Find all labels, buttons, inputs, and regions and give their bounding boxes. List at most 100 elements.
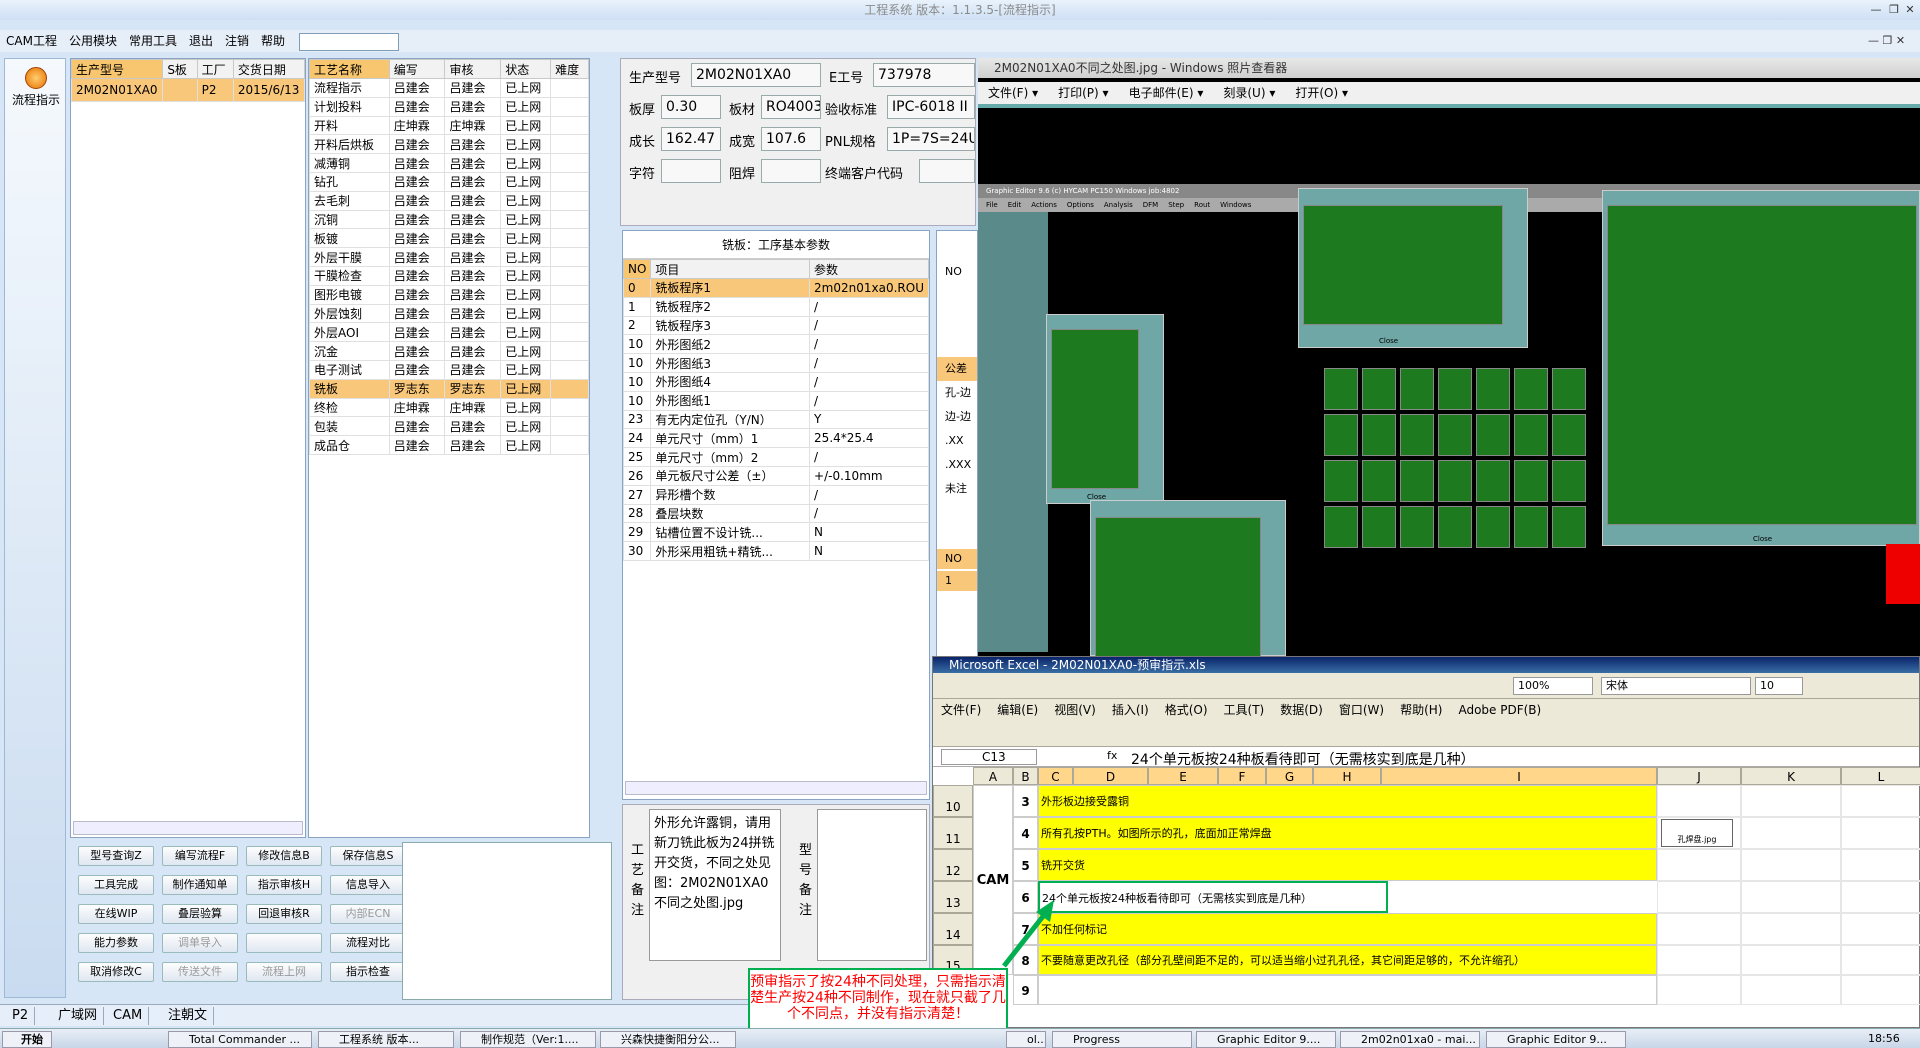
- column-header[interactable]: 参数: [809, 259, 929, 279]
- taskbar-item[interactable]: 兴森快捷衡阳分公...: [600, 1031, 736, 1048]
- empty-cell[interactable]: [1741, 945, 1841, 975]
- row-header[interactable]: 11: [933, 817, 973, 849]
- table-row[interactable]: 30 外形采用粗铣+精铣... N: [622, 541, 929, 561]
- excel-menu-item[interactable]: 数据(D): [1272, 699, 1331, 721]
- column-header[interactable]: E: [1148, 767, 1218, 785]
- empty-cell[interactable]: [1741, 975, 1841, 1005]
- start-button[interactable]: 开始: [2, 1031, 52, 1048]
- column-header[interactable]: S板: [162, 59, 198, 79]
- table-row[interactable]: 铣板 罗志东 罗志东 已上网: [309, 378, 589, 399]
- status-tab-1[interactable]: 广域网: [52, 1007, 105, 1025]
- table-row[interactable]: 钻孔 吕建会 吕建会 已上网: [309, 171, 589, 192]
- orders-scrollbar[interactable]: [73, 821, 303, 835]
- column-header[interactable]: G: [1266, 767, 1313, 785]
- font-box[interactable]: 宋体: [1601, 677, 1751, 695]
- table-row[interactable]: 沉铜 吕建会 吕建会 已上网: [309, 209, 589, 230]
- instruction-cell[interactable]: [1038, 975, 1657, 1005]
- table-row[interactable]: 图形电镀 吕建会 吕建会 已上网: [309, 284, 589, 305]
- menu-item-3[interactable]: 退出: [183, 30, 219, 52]
- column-header[interactable]: K: [1741, 767, 1841, 785]
- table-row[interactable]: 开料 庄坤霖 庄坤霖 已上网: [309, 115, 589, 136]
- excel-menu-item[interactable]: 编辑(E): [989, 699, 1046, 721]
- table-row[interactable]: 干膜检查 吕建会 吕建会 已上网: [309, 265, 589, 286]
- action-button[interactable]: 指示审核H: [246, 875, 322, 895]
- table-row[interactable]: 2M02N01XA0 P2 2015/6/13: [70, 78, 306, 102]
- row-header[interactable]: 14: [933, 913, 973, 945]
- table-row[interactable]: 外层AOI 吕建会 吕建会 已上网: [309, 322, 589, 343]
- table-row[interactable]: 计划投料 吕建会 吕建会 已上网: [309, 96, 589, 117]
- column-header[interactable]: 难度: [550, 59, 589, 79]
- table-row[interactable]: 28 叠层块数 /: [622, 503, 929, 524]
- table-row[interactable]: 终检 庄坤霖 庄坤霖 已上网: [309, 397, 589, 418]
- action-button[interactable]: 回退审核R: [246, 904, 322, 924]
- photo-menu-item[interactable]: 文件(F) ▾: [978, 82, 1048, 104]
- excel-menu-item[interactable]: 文件(F): [933, 699, 989, 721]
- zoom-box[interactable]: 100%: [1513, 677, 1593, 695]
- char-field[interactable]: [661, 159, 721, 183]
- row-header[interactable]: 13: [933, 881, 973, 913]
- thumbnail-image[interactable]: 孔焊盘.jpg: [1661, 819, 1733, 847]
- table-row[interactable]: 24 单元尺寸（mm）1 25.4*25.4: [622, 428, 929, 449]
- empty-cell[interactable]: [1657, 849, 1741, 881]
- empty-cell[interactable]: [1741, 849, 1841, 881]
- column-header[interactable]: F: [1218, 767, 1266, 785]
- eno-field[interactable]: 737978: [873, 63, 975, 87]
- table-row[interactable]: 开料后烘板 吕建会 吕建会 已上网: [309, 134, 589, 155]
- mask-field[interactable]: [761, 159, 821, 183]
- action-button[interactable]: 能力参数: [78, 933, 154, 953]
- craft-textarea[interactable]: 外形允许露铜，请用新刀铣此板为24拼铣开交货，不同之处见图：2M02N01XA0…: [649, 809, 781, 961]
- action-button[interactable]: 型号查询Z: [78, 846, 154, 866]
- taskbar-item[interactable]: 2m02n01xa0 - mai...: [1340, 1031, 1480, 1048]
- column-header[interactable]: I: [1381, 767, 1657, 785]
- column-header[interactable]: H: [1313, 767, 1381, 785]
- table-row[interactable]: 板镀 吕建会 吕建会 已上网: [309, 228, 589, 249]
- taskbar-item[interactable]: Graphic Editor 9....: [1196, 1031, 1336, 1048]
- empty-cell[interactable]: [1741, 785, 1841, 817]
- menu-combo[interactable]: [299, 32, 400, 51]
- cu-field[interactable]: 162.47: [661, 127, 721, 151]
- empty-cell[interactable]: [1657, 913, 1741, 945]
- menu-item-2[interactable]: 常用工具: [123, 30, 183, 52]
- action-button[interactable]: 叠层验算: [162, 904, 238, 924]
- empty-cell[interactable]: [1841, 881, 1920, 913]
- action-button[interactable]: 工具完成: [78, 875, 154, 895]
- action-button[interactable]: 保存信息S: [330, 846, 406, 866]
- instruction-cell[interactable]: 不要随意更改孔径（部分孔壁间距不足的，可以适当缩小过孔孔径，其它间距足够的，不允…: [1038, 945, 1657, 975]
- table-row[interactable]: 2 铣板程序3/: [622, 315, 929, 336]
- column-header[interactable]: 项目: [650, 259, 811, 279]
- name-box[interactable]: C13: [941, 749, 1037, 765]
- w-field[interactable]: 107.6: [761, 127, 821, 151]
- table-row[interactable]: 去毛刺 吕建会 吕建会 已上网: [309, 190, 589, 211]
- table-row[interactable]: 外层蚀刻 吕建会 吕建会 已上网: [309, 303, 589, 324]
- formula-text[interactable]: 24个单元板按24种板看待即可（无需核实到底是几种）: [1131, 749, 1475, 769]
- taskbar-item[interactable]: ol...: [1006, 1031, 1046, 1048]
- action-button[interactable]: 内部ECN: [330, 904, 406, 924]
- column-header[interactable]: 状态: [500, 59, 552, 79]
- excel-menu-item[interactable]: 帮助(H): [1392, 699, 1450, 721]
- instruction-cell[interactable]: 不加任何标记: [1038, 913, 1657, 945]
- table-row[interactable]: 26 单元板尺寸公差（±） +/-0.10mm: [622, 465, 929, 486]
- action-button[interactable]: 传送文件: [162, 962, 238, 982]
- column-header[interactable]: 工艺名称: [309, 59, 390, 79]
- mdi-controls[interactable]: — ❐ ✕: [1868, 34, 1905, 47]
- table-row[interactable]: 10 外形图纸1/: [622, 390, 929, 411]
- taskbar-item[interactable]: Graphic Editor 9...: [1486, 1031, 1626, 1048]
- photo-menu-item[interactable]: 刻录(U) ▾: [1213, 82, 1285, 104]
- empty-cell[interactable]: [1841, 945, 1920, 975]
- empty-cell[interactable]: [1657, 881, 1741, 913]
- column-header[interactable]: L: [1841, 767, 1920, 785]
- photo-menu-item[interactable]: 打开(O) ▾: [1285, 82, 1358, 104]
- empty-cell[interactable]: [1841, 975, 1920, 1005]
- table-row[interactable]: 1 铣板程序2/: [622, 296, 929, 317]
- menu-item-1[interactable]: 公用模块: [63, 30, 123, 52]
- thick-field[interactable]: 0.30: [661, 95, 721, 119]
- empty-cell[interactable]: [1741, 817, 1841, 849]
- taskbar-item[interactable]: Total Commander ...: [168, 1031, 312, 1048]
- status-tab-2[interactable]: CAM: [107, 1007, 150, 1025]
- empty-cell[interactable]: [1657, 975, 1741, 1005]
- params-scrollbar[interactable]: [625, 781, 927, 795]
- taskbar-item[interactable]: Progress: [1052, 1031, 1192, 1048]
- row-header[interactable]: 12: [933, 849, 973, 881]
- empty-cell[interactable]: [1841, 913, 1920, 945]
- empty-cell[interactable]: [1841, 849, 1920, 881]
